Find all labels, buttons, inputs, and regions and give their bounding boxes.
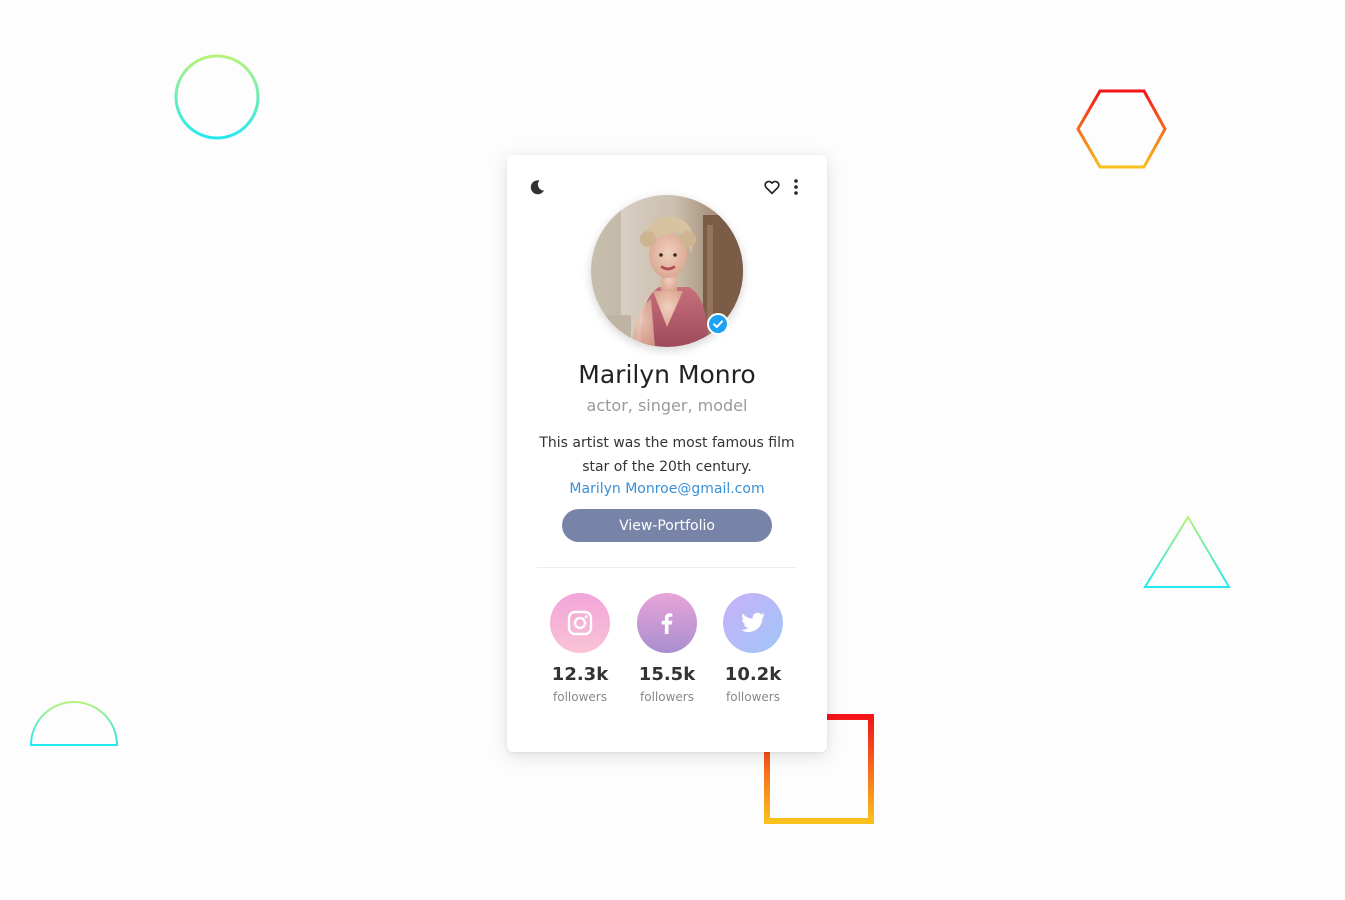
facebook-icon xyxy=(661,613,673,634)
twitter-button[interactable] xyxy=(723,593,783,653)
twitter-icon xyxy=(741,612,765,632)
heart-icon xyxy=(764,180,780,195)
profile-name: Marilyn Monro xyxy=(578,360,756,389)
page-background: Marilyn Monro actor, singer, model This … xyxy=(0,0,1345,900)
profile-card: Marilyn Monro actor, singer, model This … xyxy=(507,155,827,752)
profile-role: actor, singer, model xyxy=(586,396,748,415)
instagram-button[interactable] xyxy=(550,593,610,653)
avatar-wrapper xyxy=(591,195,743,347)
instagram-followers-label: followers xyxy=(553,690,607,704)
facebook-followers-label: followers xyxy=(640,690,694,704)
favorite-button[interactable] xyxy=(762,177,782,197)
decor-hexagon-shape xyxy=(1076,89,1167,169)
decor-circle-shape xyxy=(174,54,260,140)
decor-triangle-shape xyxy=(1143,515,1231,588)
decor-semicircle-shape xyxy=(29,701,119,746)
theme-toggle-button[interactable] xyxy=(527,177,547,197)
twitter-followers-label: followers xyxy=(726,690,780,704)
social-twitter: 10.2k followers xyxy=(713,593,793,704)
social-facebook: 15.5k followers xyxy=(627,593,707,704)
facebook-follower-count: 15.5k xyxy=(638,664,696,685)
moon-icon xyxy=(530,180,544,195)
social-instagram: 12.3k followers xyxy=(540,593,620,704)
more-vertical-icon xyxy=(794,179,798,195)
twitter-follower-count: 10.2k xyxy=(724,664,782,685)
instagram-icon xyxy=(567,610,593,636)
divider xyxy=(537,567,797,568)
facebook-button[interactable] xyxy=(637,593,697,653)
view-portfolio-button[interactable]: View-Portfolio xyxy=(562,509,772,542)
profile-bio: This artist was the most famous film sta… xyxy=(539,435,795,475)
verified-badge xyxy=(707,313,729,335)
verified-check-icon xyxy=(713,320,723,328)
email-link[interactable]: Marilyn Monroe@gmail.com xyxy=(507,481,827,497)
instagram-follower-count: 12.3k xyxy=(551,664,609,685)
more-options-button[interactable] xyxy=(789,177,803,197)
